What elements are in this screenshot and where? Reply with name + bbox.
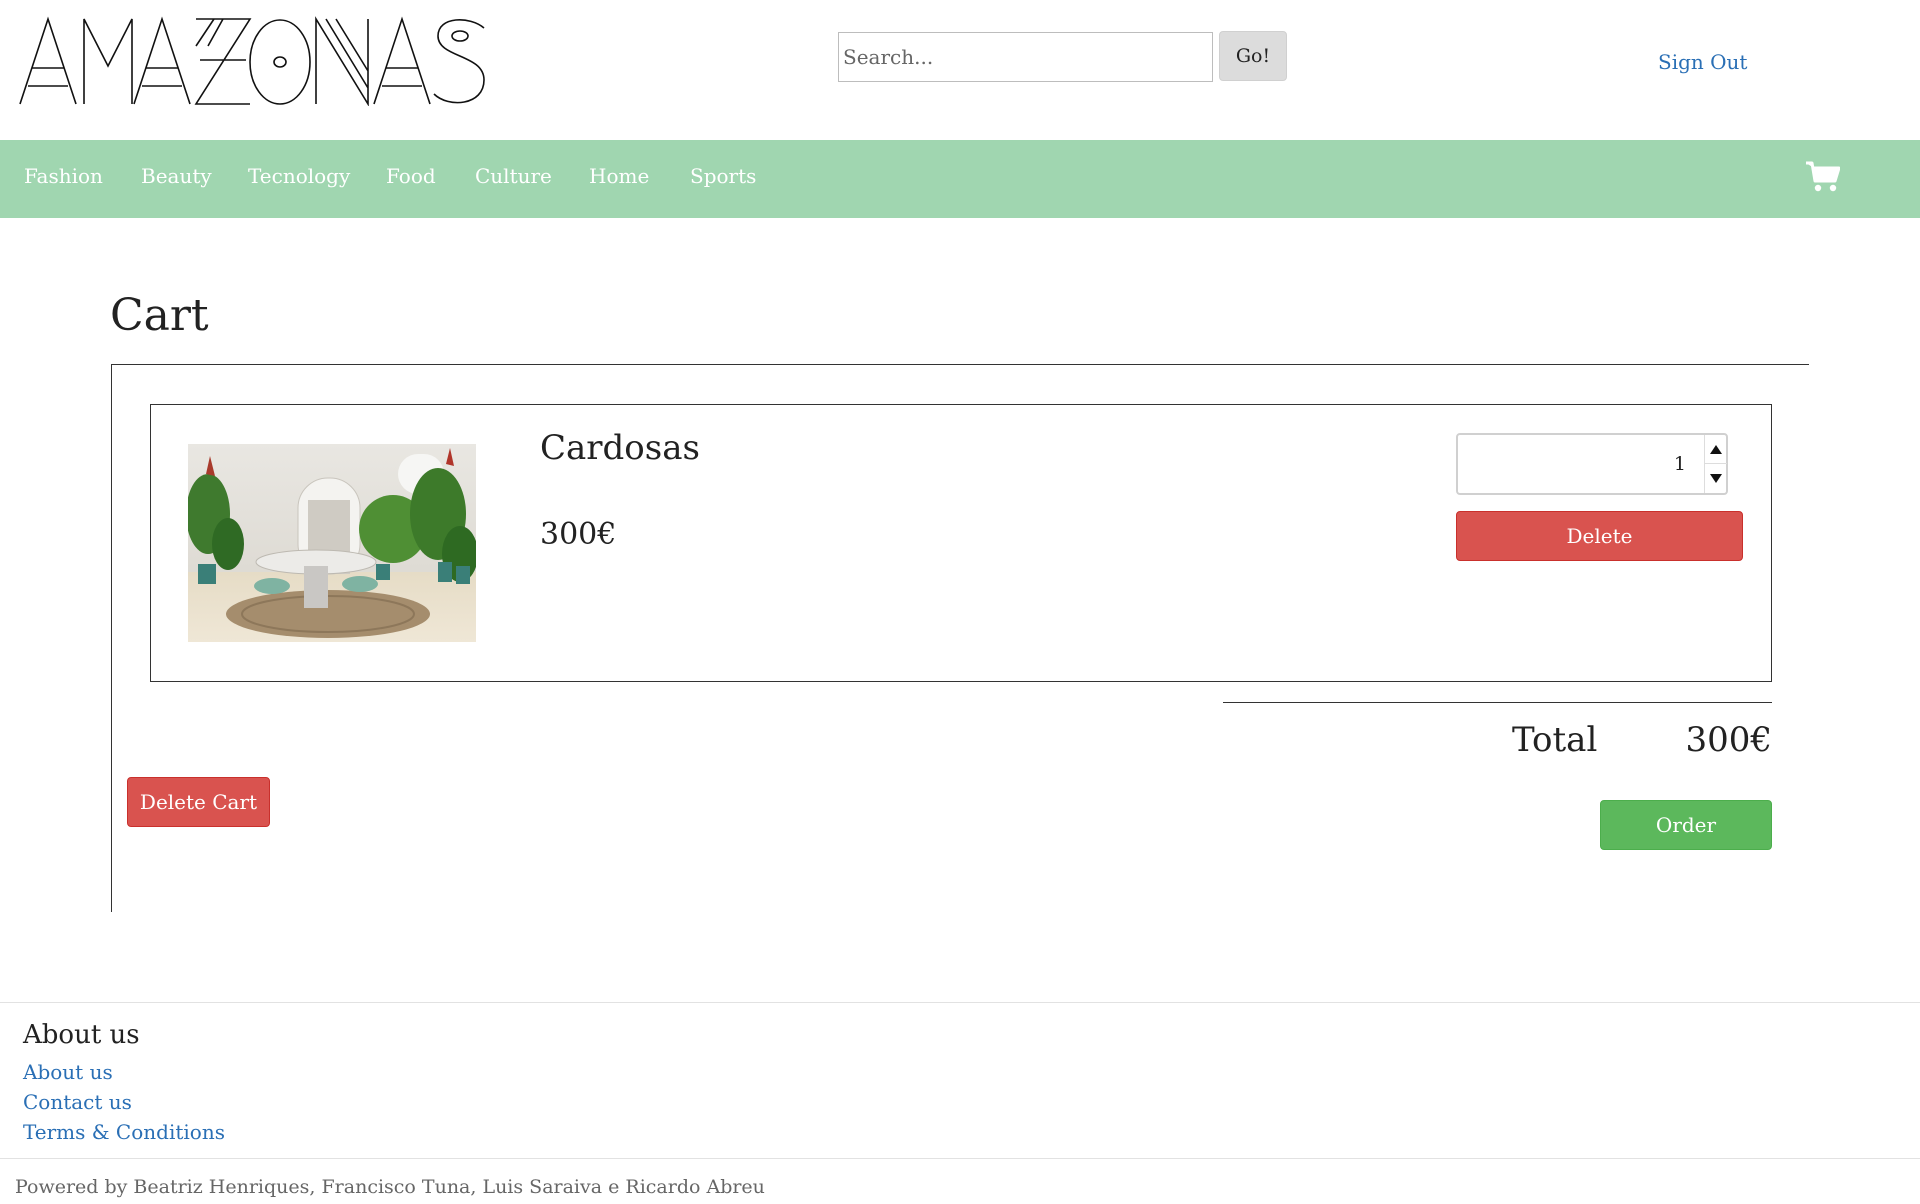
total-value: 300€ [1685, 720, 1772, 760]
cart-item-name: Cardosas [540, 428, 700, 468]
total-divider [1223, 702, 1772, 703]
amazonas-logo[interactable] [18, 16, 488, 106]
total-label: Total [1512, 720, 1598, 760]
cart-panel-top-border [111, 364, 1809, 365]
shopping-cart-icon[interactable] [1806, 161, 1840, 193]
product-image [188, 444, 476, 642]
search-input[interactable] [838, 32, 1213, 82]
quantity-spin-buttons [1704, 435, 1727, 493]
search-go-button[interactable]: Go! [1219, 31, 1287, 81]
nav-item-sports[interactable]: Sports [690, 164, 756, 188]
nav-item-home[interactable]: Home [589, 164, 649, 188]
sign-out-link[interactable]: Sign Out [1658, 50, 1747, 74]
footer-heading: About us [23, 1020, 140, 1050]
category-navbar: Fashion Beauty Tecnology Food Culture Ho… [0, 140, 1920, 218]
quantity-stepper[interactable]: 1 [1456, 433, 1728, 495]
decrement-arrow-icon[interactable] [1710, 474, 1722, 483]
order-button[interactable]: Order [1600, 800, 1772, 850]
nav-item-fashion[interactable]: Fashion [24, 164, 103, 188]
credits-text: Powered by Beatriz Henriques, Francisco … [15, 1176, 765, 1198]
cart-panel-left-border [111, 364, 112, 912]
footer-link-contact-us[interactable]: Contact us [23, 1090, 132, 1114]
nav-item-culture[interactable]: Culture [475, 164, 552, 188]
delete-cart-button[interactable]: Delete Cart [127, 777, 270, 827]
nav-item-tecnology[interactable]: Tecnology [248, 164, 350, 188]
delete-item-button[interactable]: Delete [1456, 511, 1743, 561]
spin-divider [1705, 463, 1727, 464]
footer-link-terms[interactable]: Terms & Conditions [23, 1120, 225, 1144]
nav-item-beauty[interactable]: Beauty [141, 164, 212, 188]
page-title: Cart [110, 290, 209, 341]
nav-item-food[interactable]: Food [386, 164, 436, 188]
footer-divider [0, 1002, 1920, 1003]
increment-arrow-icon[interactable] [1710, 445, 1722, 454]
footer-link-about-us[interactable]: About us [23, 1060, 113, 1084]
credits-divider [0, 1158, 1920, 1159]
cart-item-price: 300€ [540, 517, 617, 552]
quantity-value[interactable]: 1 [1674, 453, 1686, 475]
